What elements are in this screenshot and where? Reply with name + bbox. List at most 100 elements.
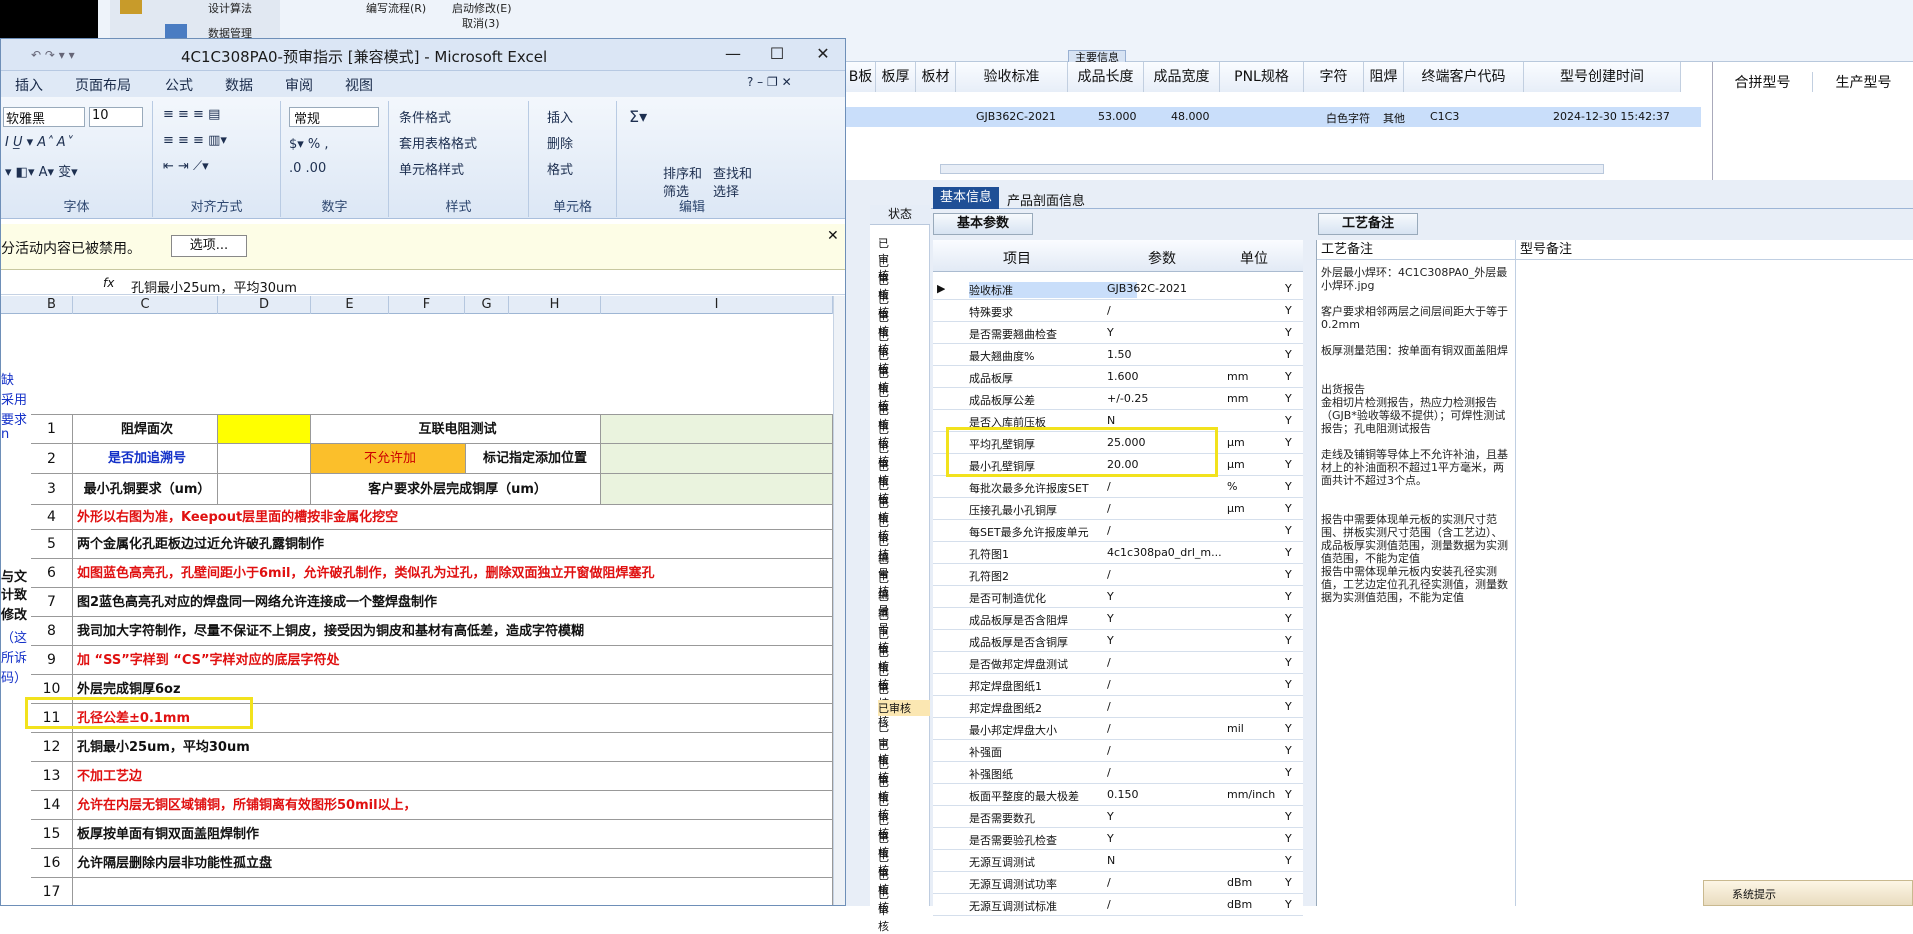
tab-data[interactable]: 数据 [225, 75, 253, 95]
cell-style-button[interactable]: 单元格样式 [399, 159, 464, 178]
param-value[interactable]: / [1107, 304, 1227, 317]
param-row[interactable]: ▶ 验收标准 GJB362C-2021 Y [933, 278, 1303, 300]
cell-c[interactable]: 不加工艺边 [73, 762, 833, 791]
grid-header-1[interactable]: 板厚 [876, 62, 916, 92]
row-number[interactable]: 2 [31, 444, 73, 474]
param-row[interactable]: 无源互调测试标准 / dBm Y [933, 894, 1303, 916]
param-value[interactable]: / [1107, 876, 1227, 889]
param-row[interactable]: 是否需要翘曲检查 Y Y [933, 322, 1303, 344]
param-row[interactable]: 是否可制造优化 Y Y [933, 586, 1303, 608]
table-format-button[interactable]: 套用表格格式 [399, 133, 477, 152]
cell-e[interactable]: 不允许加 [311, 444, 466, 474]
cell-c[interactable]: 两个金属化孔距板边过近允许破孔露铜制作 [73, 530, 833, 559]
tab-review[interactable]: 审阅 [285, 75, 313, 95]
cell-d[interactable] [218, 474, 311, 505]
param-value[interactable]: / [1107, 480, 1227, 493]
excel-window[interactable]: ↶ ↷ ▾ ▾ 4C1C308PA0-预审指示 [兼容模式] - Microso… [0, 38, 846, 906]
indent-buttons[interactable]: ⇤ ⇥ ⟋▾ [163, 159, 209, 174]
row-number[interactable]: 14 [31, 791, 73, 820]
sum-icon[interactable]: Σ▾ [629, 107, 647, 126]
tab-process-notes[interactable]: 工艺备注 [1318, 213, 1418, 235]
param-row[interactable]: 孔符图2/Y [933, 564, 1303, 586]
grid-header-3[interactable]: 验收标准 [956, 62, 1068, 92]
param-value[interactable]: / [1107, 722, 1227, 735]
param-row[interactable]: 补强面 / Y [933, 740, 1303, 762]
grid-header-4[interactable]: 成品长度 [1068, 62, 1144, 92]
menu-start-modify[interactable]: 启动修改(E) [452, 0, 512, 16]
param-row[interactable]: 每SET最多允许报废单元 / Y [933, 520, 1303, 542]
col-i[interactable]: I [601, 296, 833, 314]
grid-header-5[interactable]: 成品宽度 [1144, 62, 1220, 92]
row-number[interactable]: 7 [31, 588, 73, 617]
col-b[interactable]: B [31, 296, 73, 314]
cell-i[interactable] [601, 474, 833, 505]
number-format-select[interactable]: 常规 [289, 107, 379, 127]
tab-insert[interactable]: 插入 [15, 75, 43, 95]
insert-button[interactable]: 插入 [547, 107, 573, 126]
design-algo-button[interactable]: 设计算法 [208, 0, 252, 16]
cell-c[interactable]: 图2蓝色高亮孔对应的焊盘同一网络允许连接成一个整焊盘制作 [73, 588, 833, 617]
param-value[interactable]: / [1107, 524, 1227, 537]
grid-header-9[interactable]: 终端客户代码 [1404, 62, 1524, 92]
cell-c[interactable]: 允许隔层删除内层非功能性孤立盘 [73, 849, 833, 878]
param-row[interactable]: 是否需要验孔检查 Y Y [933, 828, 1303, 850]
row-number[interactable]: 17 [31, 878, 73, 905]
param-row[interactable]: 成品板厚公差 +/-0.25 mm Y [933, 388, 1303, 410]
font-name-select[interactable]: 软雅黑 [3, 107, 85, 127]
cell-c[interactable]: 加 “SS”字样到 “CS”字样对应的底层字符处 [73, 646, 833, 675]
param-value[interactable]: 4c1c308pa0_drl_m... [1107, 546, 1227, 559]
tab-layout[interactable]: 页面布局 [75, 75, 131, 95]
formula-bar[interactable]: fx 孔铜最小25um，平均30um [1, 275, 845, 296]
italic-button[interactable]: I U̲ ▾ A˄ A˅ [5, 135, 72, 150]
cell-i[interactable] [601, 444, 833, 474]
grid-header-8[interactable]: 阻焊 [1364, 62, 1404, 92]
row-number[interactable]: 12 [31, 733, 73, 762]
cell-c[interactable]: 如图蓝色高亮孔，孔壁间距小于6mil，允许破孔制作，类似孔为过孔，删除双面独立开… [73, 559, 833, 588]
maximize-button[interactable]: ☐ [757, 43, 797, 65]
v-scrollbar[interactable] [833, 296, 845, 905]
delete-button[interactable]: 删除 [547, 133, 573, 152]
cell-c[interactable]: 是否加追溯号 [73, 444, 218, 474]
cond-format-button[interactable]: 条件格式 [399, 107, 451, 126]
param-value[interactable]: Y [1107, 634, 1227, 647]
cell-c[interactable] [73, 878, 833, 905]
cell-e[interactable]: 互联电阻测试 [311, 415, 601, 444]
status-item[interactable]: 已审核 [878, 886, 889, 934]
close-button[interactable]: ✕ [803, 43, 843, 65]
minimize-button[interactable]: — [713, 43, 753, 65]
param-row[interactable]: 最大翘曲度% 1.50 Y [933, 344, 1303, 366]
param-row[interactable]: 无源互调测试功率 / dBm Y [933, 872, 1303, 894]
cell-c[interactable]: 我司加大字符制作，尽量不保证不上铜皮，接受因为铜皮和基材有高低差，造成字符模糊 [73, 617, 833, 646]
param-row[interactable]: 压接孔最小孔铜厚 / μm Y [933, 498, 1303, 520]
cell-c[interactable]: 板厚按单面有铜双面盖阻焊制作 [73, 820, 833, 849]
blank-row[interactable] [31, 314, 833, 415]
row-number[interactable]: 5 [31, 530, 73, 559]
system-tip[interactable]: 系统提示 [1703, 880, 1913, 906]
col-f[interactable]: F [389, 296, 465, 314]
param-row[interactable]: 邦定焊盘图纸1/Y [933, 674, 1303, 696]
row-number[interactable]: 16 [31, 849, 73, 878]
tab-formula[interactable]: 公式 [165, 75, 193, 95]
param-value[interactable]: / [1107, 568, 1227, 581]
col-e[interactable]: E [311, 296, 389, 314]
param-row[interactable]: 成品板厚是否含阻焊 Y Y [933, 608, 1303, 630]
param-value[interactable]: Y [1107, 832, 1227, 845]
tab-section-info[interactable]: 产品剖面信息 [1007, 190, 1085, 209]
help-icon[interactable]: ? – ❐ ✕ [747, 75, 792, 89]
param-value[interactable]: N [1107, 854, 1227, 867]
param-value[interactable]: Y [1107, 590, 1227, 603]
decimal-buttons[interactable]: .0 .00 [289, 161, 326, 176]
param-row[interactable]: 邦定焊盘图纸2/Y [933, 696, 1303, 718]
row-number[interactable]: 8 [31, 617, 73, 646]
table-row[interactable]: GJB362C-2021 53.000 48.000 白色字符 其他 C1C3 … [846, 107, 1701, 127]
param-value[interactable]: / [1107, 898, 1227, 911]
row-number[interactable]: 1 [31, 415, 73, 444]
options-button[interactable]: 选项... [171, 235, 247, 257]
tab-basic-params[interactable]: 基本参数 [933, 213, 1033, 235]
cell-c[interactable]: 孔铜最小25um，平均30um [73, 733, 833, 762]
param-value[interactable]: +/-0.25 [1107, 392, 1227, 405]
param-row[interactable]: 是否需要数孔 Y Y [933, 806, 1303, 828]
format-button[interactable]: 格式 [547, 159, 573, 178]
param-value[interactable]: / [1107, 744, 1227, 757]
param-row[interactable]: 孔符图1 4c1c308pa0_drl_m... Y [933, 542, 1303, 564]
